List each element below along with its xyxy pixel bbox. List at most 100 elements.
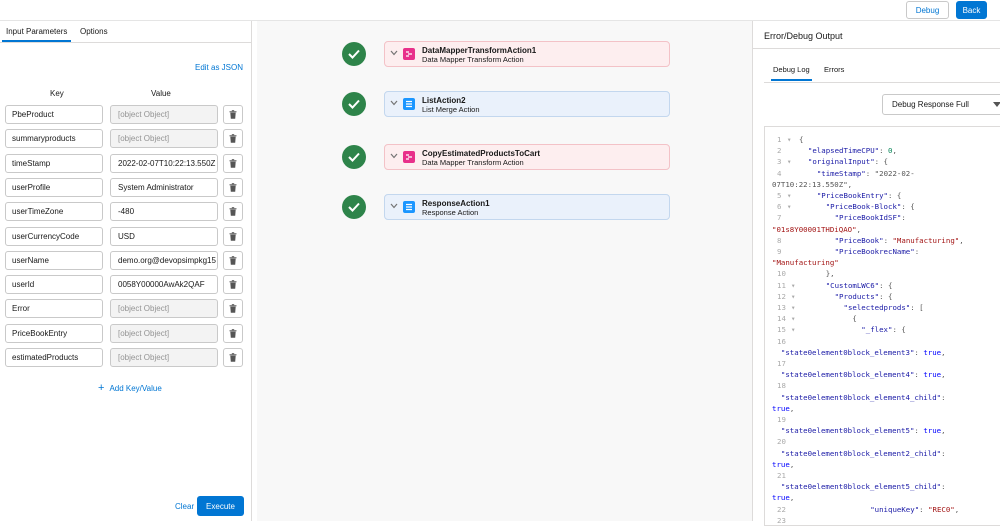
param-key-input[interactable]: userName (5, 250, 103, 270)
tab-debug-log[interactable]: Debug Log (771, 65, 812, 81)
param-row: Error [object Object] (5, 299, 245, 319)
step-card[interactable]: DataMapperTransformAction1 Data Mapper Tr… (384, 41, 670, 67)
step-subtitle: List Merge Action (422, 105, 480, 114)
delete-row-button[interactable] (223, 202, 243, 222)
clear-button[interactable]: Clear (175, 502, 194, 511)
code-line: "state0element0block_element4_child": (765, 393, 1000, 403)
code-text: { (799, 135, 804, 144)
param-row: timeStamp 2022-02-07T10:22:13.550Z (5, 153, 245, 173)
code-line: 3 ▾ "originalInput": { (765, 157, 1000, 167)
code-text: "state0element0block_element4": true, (780, 370, 946, 380)
param-value-input[interactable]: -480 (110, 202, 218, 222)
delete-row-button[interactable] (223, 177, 243, 197)
delete-row-button[interactable] (223, 275, 243, 295)
fold-toggle-icon[interactable]: ▾ (791, 303, 795, 312)
back-button[interactable]: Back (956, 1, 987, 19)
fold-toggle-icon[interactable]: ▾ (787, 191, 791, 200)
code-text: "PriceBookEntry": { (816, 191, 902, 200)
fold-toggle-icon[interactable]: ▾ (787, 202, 791, 211)
code-text: true, (772, 459, 795, 469)
code-text: "Manufacturing" (772, 258, 839, 268)
code-line: "state0element0block_element2_child": (765, 449, 1000, 459)
param-value-input[interactable]: USD (110, 226, 218, 246)
code-text: "PriceBook": "Manufacturing", (834, 235, 964, 245)
param-key-input[interactable]: userTimeZone (5, 202, 103, 222)
param-row: userId 0058Y00000AwAk2QAF (5, 275, 245, 295)
step-success-icon (342, 145, 366, 169)
code-line: 6 ▾ "PriceBook-Block": { (765, 202, 1000, 212)
delete-row-button[interactable] (223, 153, 243, 173)
execute-button[interactable]: Execute (197, 496, 244, 516)
data-mapper-icon (403, 48, 415, 60)
input-parameters-panel: Input Parameters Options Edit as JSON Ke… (0, 21, 252, 521)
fold-toggle-icon[interactable]: ▾ (787, 135, 791, 144)
step-card[interactable]: ResponseAction1 Response Action (384, 194, 670, 220)
trash-icon (229, 280, 237, 289)
delete-row-button[interactable] (223, 250, 243, 270)
param-key-input[interactable]: userProfile (5, 177, 103, 197)
trash-icon (229, 207, 237, 216)
code-line: 9 "PriceBookrecName": (765, 247, 1000, 257)
debug-json-editor[interactable]: 1 ▾{2 "elapsedTimeCPU": 0, 3 ▾ "originalInp… (764, 126, 1000, 526)
tab-errors[interactable]: Errors (824, 65, 844, 74)
code-text: 07T10:22:13.550Z", (772, 179, 853, 189)
param-value-input: [object Object] (110, 105, 218, 124)
code-line: 22 "uniqueKey": "REC0", (765, 505, 1000, 515)
tab-options[interactable]: Options (80, 27, 108, 36)
step-card[interactable]: ListAction2 List Merge Action (384, 91, 670, 117)
trash-icon (229, 110, 237, 119)
fold-toggle-icon[interactable]: ▾ (791, 325, 795, 334)
param-key-input[interactable]: PbeProduct (5, 105, 103, 124)
param-key-input[interactable]: summaryproducts (5, 129, 103, 149)
code-text: "state0element0block_element4_child": (780, 392, 946, 402)
param-key-input[interactable]: userId (5, 275, 103, 295)
fold-toggle-icon[interactable]: ▾ (791, 314, 795, 323)
chevron-down-icon[interactable] (390, 203, 398, 209)
step-card[interactable]: CopyEstimatedProductsToCart Data Mapper T… (384, 144, 670, 170)
fold-toggle-icon[interactable]: ▾ (787, 157, 791, 166)
trash-icon (229, 231, 237, 241)
param-key-input[interactable]: estimatedProducts (5, 348, 103, 367)
code-line: 2 "elapsedTimeCPU": 0, (765, 146, 1000, 156)
chevron-down-icon[interactable] (390, 153, 398, 159)
param-value-input[interactable]: 0058Y00000AwAk2QAF (110, 275, 218, 295)
fold-toggle-icon[interactable]: ▾ (791, 292, 795, 301)
delete-row-button[interactable] (223, 226, 243, 246)
tab-input-parameters[interactable]: Input Parameters (1, 27, 72, 42)
param-row: PbeProduct [object Object] (5, 105, 245, 124)
delete-row-button[interactable] (223, 105, 243, 124)
line-number: 2 (777, 146, 782, 156)
delete-row-button[interactable] (223, 299, 243, 319)
step-success-icon (342, 195, 366, 219)
param-row: userTimeZone -480 (5, 202, 245, 222)
param-key-input[interactable]: timeStamp (5, 153, 103, 173)
line-number: 13 (777, 303, 786, 312)
param-value-input[interactable]: System Administrator (110, 177, 218, 197)
param-key-input[interactable]: Error (5, 299, 103, 319)
param-key-input[interactable]: userCurrencyCode (5, 226, 103, 246)
debug-output-panel: Error/Debug Output Debug Log Errors Debu… (752, 21, 1000, 526)
add-key-value-button[interactable]: + Add Key/Value (98, 382, 162, 394)
param-key-input[interactable]: PriceBookEntry (5, 323, 103, 343)
param-value-input[interactable]: 2022-02-07T10:22:13.550Z (110, 153, 218, 173)
edit-as-json-link[interactable]: Edit as JSON (195, 63, 243, 72)
code-line: 15 ▾ "_flex": { (765, 325, 1000, 335)
delete-row-button[interactable] (223, 129, 243, 149)
code-text: "uniqueKey": "REC0", (870, 504, 960, 514)
delete-row-button[interactable] (223, 348, 243, 367)
chevron-down-icon[interactable] (390, 100, 398, 106)
param-value-input[interactable]: demo.org@devopsimpkg15 (110, 250, 218, 270)
line-number: 20 (777, 437, 786, 447)
line-number: 15 (777, 325, 786, 335)
chevron-down-icon[interactable] (390, 50, 398, 56)
code-line: 7 "PriceBookIdSF": (765, 213, 1000, 223)
delete-row-button[interactable] (223, 323, 243, 343)
fold-toggle-icon[interactable]: ▾ (791, 281, 795, 290)
debug-response-select[interactable]: Debug Response Full (882, 94, 1000, 115)
data-mapper-icon (403, 151, 415, 163)
trash-icon (229, 328, 237, 338)
code-line: 11 ▾ "CustomLWC6": { (765, 281, 1000, 291)
debug-button[interactable]: Debug (906, 1, 949, 19)
step-title: ListAction2 (422, 96, 466, 105)
line-number: 19 (777, 415, 786, 424)
